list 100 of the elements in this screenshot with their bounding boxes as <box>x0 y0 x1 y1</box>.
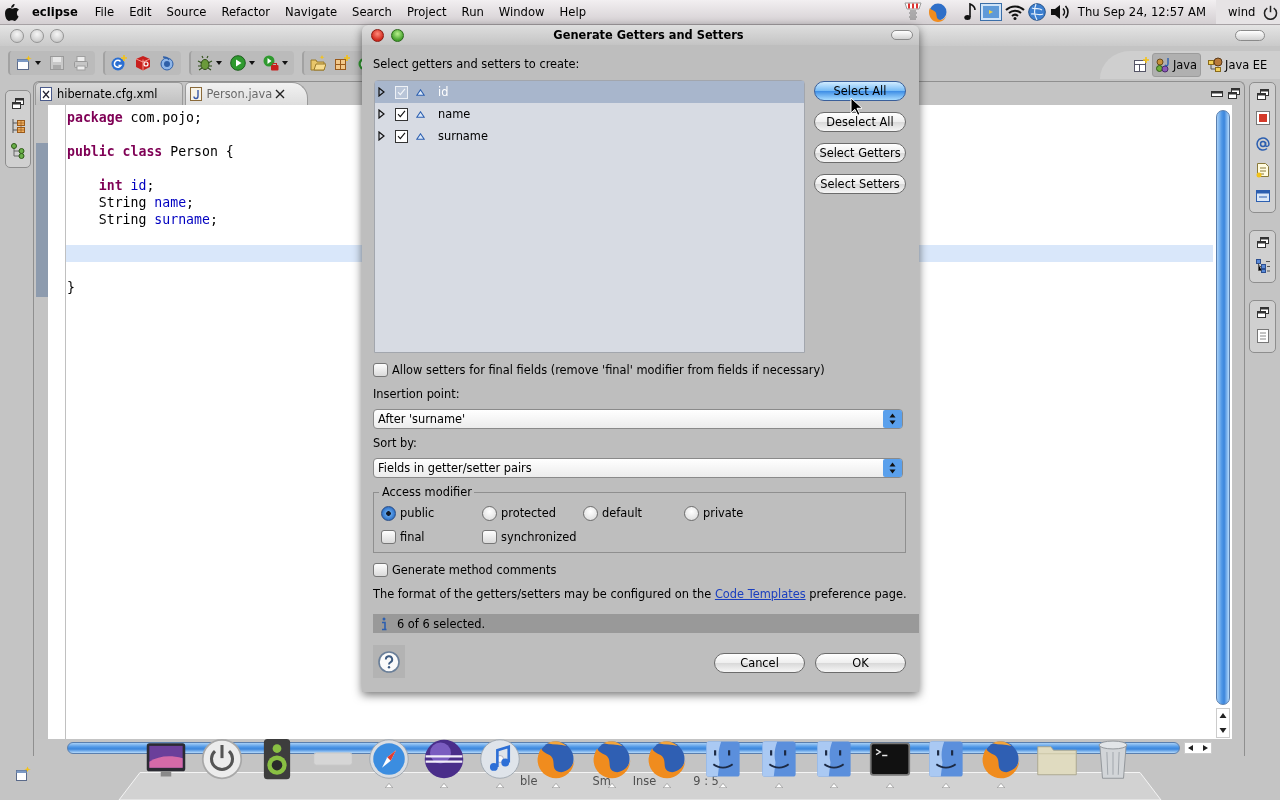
fast-view-icon[interactable] <box>15 766 31 782</box>
toolbar-toggle-button[interactable] <box>891 30 913 40</box>
zoom-button[interactable] <box>391 28 404 42</box>
note-icon[interactable] <box>1254 162 1271 178</box>
editor-tab[interactable]: Person.java <box>184 82 309 105</box>
panel-icon[interactable] <box>1254 188 1271 204</box>
menu-item[interactable]: File <box>94 5 115 19</box>
restore-icon[interactable] <box>1228 88 1240 99</box>
grid-plus-icon[interactable] <box>334 54 350 71</box>
menu-item[interactable]: Window <box>498 5 545 19</box>
restore-icon[interactable] <box>12 98 24 109</box>
fox-globe-icon[interactable] <box>927 2 948 22</box>
restore-icon[interactable] <box>1256 307 1269 318</box>
help-button[interactable] <box>373 645 405 678</box>
volume-icon[interactable] <box>1049 4 1070 20</box>
scroll-arrows-icon[interactable] <box>1215 708 1230 738</box>
awning-icon[interactable] <box>902 2 923 22</box>
app-menu[interactable]: eclipse <box>32 5 78 19</box>
action-button[interactable]: Select Setters <box>814 174 906 194</box>
restore-icon[interactable] <box>1256 237 1269 248</box>
scroll-arrows-icon[interactable] <box>1184 741 1212 754</box>
bug-icon[interactable] <box>197 54 213 71</box>
orb-plus-icon[interactable] <box>111 54 127 71</box>
menu-item[interactable]: Source <box>166 5 207 19</box>
list-icon[interactable] <box>1254 258 1271 274</box>
field-row[interactable]: surname <box>375 125 804 147</box>
music-note-icon[interactable] <box>963 3 976 21</box>
striped-sphere-icon[interactable] <box>423 738 466 780</box>
insertion-point-dropdown[interactable]: After 'surname' <box>373 409 903 429</box>
menu-item[interactable]: Navigate <box>285 5 338 19</box>
checkbox[interactable] <box>381 530 396 544</box>
menu-item[interactable]: Help <box>559 5 586 19</box>
sort-by-dropdown[interactable]: Fields in getter/setter pairs <box>373 458 903 478</box>
code-line: public class Person { <box>66 143 234 160</box>
toolbar-toggle-button[interactable] <box>1235 30 1265 41</box>
status-bar-text: Sm <box>592 775 611 787</box>
menu-item[interactable]: Project <box>406 5 447 19</box>
apple-logo-icon[interactable] <box>5 3 19 21</box>
action-button[interactable]: Select All <box>814 81 906 101</box>
minimize-icon[interactable] <box>1211 90 1223 97</box>
status-bar-text: Inse <box>632 775 657 787</box>
menu-item[interactable]: Refactor <box>221 5 271 19</box>
action-button[interactable]: Select Getters <box>814 143 906 163</box>
checkbox[interactable] <box>373 563 388 577</box>
wifi-icon[interactable] <box>1004 4 1025 20</box>
dropdown-arrow-icon[interactable] <box>282 60 288 65</box>
expand-arrow-icon[interactable] <box>378 131 385 141</box>
globe-icon[interactable] <box>1027 3 1046 21</box>
dropdown-arrow-icon[interactable] <box>35 60 41 65</box>
editor-tab[interactable]: hibernate.cfg.xml <box>35 82 183 105</box>
checkbox[interactable] <box>373 363 388 377</box>
radio-button[interactable] <box>684 505 699 521</box>
preferences-link[interactable]: Code Templates <box>714 587 806 601</box>
square-icon[interactable] <box>1254 110 1271 126</box>
perspective-tab[interactable]: Java <box>1152 53 1202 77</box>
new-file-icon[interactable] <box>16 54 32 71</box>
dialog-button[interactable]: Cancel <box>714 653 805 673</box>
check-mark-icon <box>397 110 406 118</box>
dialog-button[interactable]: OK <box>815 653 906 673</box>
close-button[interactable] <box>371 28 384 42</box>
template-note: The format of the getters/setters may be configured on the Code Templates preference page. <box>373 587 907 601</box>
user-menu[interactable]: wind <box>1216 0 1280 24</box>
play-icon[interactable] <box>230 54 246 71</box>
hierarchy-icon[interactable] <box>10 118 26 134</box>
close-icon[interactable] <box>275 89 286 99</box>
stepper-icon <box>883 410 902 428</box>
restore-icon[interactable] <box>1256 89 1269 100</box>
clock[interactable]: Thu Sep 24, 12:57 AM <box>1077 5 1206 19</box>
menu-item[interactable]: Run <box>461 5 484 19</box>
radio-button[interactable] <box>583 505 598 521</box>
code-line: } <box>66 279 75 296</box>
checkbox[interactable] <box>395 129 408 143</box>
checkbox[interactable] <box>395 107 408 121</box>
beans-icon <box>1155 57 1171 73</box>
field-row[interactable]: name <box>375 103 804 125</box>
compass-icon[interactable] <box>367 738 410 780</box>
dropdown-arrow-icon[interactable] <box>249 60 255 65</box>
music-disc-icon[interactable] <box>479 738 522 780</box>
tree-icon[interactable] <box>10 143 26 159</box>
picture-icon[interactable] <box>979 2 1002 22</box>
checkbox[interactable] <box>482 530 497 544</box>
at-sign-icon[interactable] <box>1254 136 1271 152</box>
radio-button[interactable] <box>381 505 396 521</box>
action-button[interactable]: Deselect All <box>814 112 906 132</box>
power-icon[interactable] <box>1263 4 1279 20</box>
box-icon[interactable] <box>135 54 151 71</box>
expand-arrow-icon[interactable] <box>378 109 385 119</box>
power-icon[interactable] <box>200 738 243 780</box>
menu-item[interactable]: Search <box>352 5 392 19</box>
radio-button[interactable] <box>482 505 497 521</box>
play-toolbox-icon[interactable] <box>263 54 279 71</box>
menu-item[interactable]: Edit <box>129 5 152 19</box>
perspective-tab[interactable]: Java EE <box>1204 53 1272 77</box>
vertical-scrollbar[interactable] <box>1215 110 1230 705</box>
dropdown-arrow-icon[interactable] <box>216 60 222 65</box>
document-icon[interactable] <box>1254 328 1271 344</box>
info-icon <box>381 616 387 631</box>
expand-arrow-icon[interactable] <box>378 87 385 97</box>
window-plus-icon[interactable] <box>1133 57 1149 73</box>
bubble-icon[interactable] <box>159 54 175 71</box>
